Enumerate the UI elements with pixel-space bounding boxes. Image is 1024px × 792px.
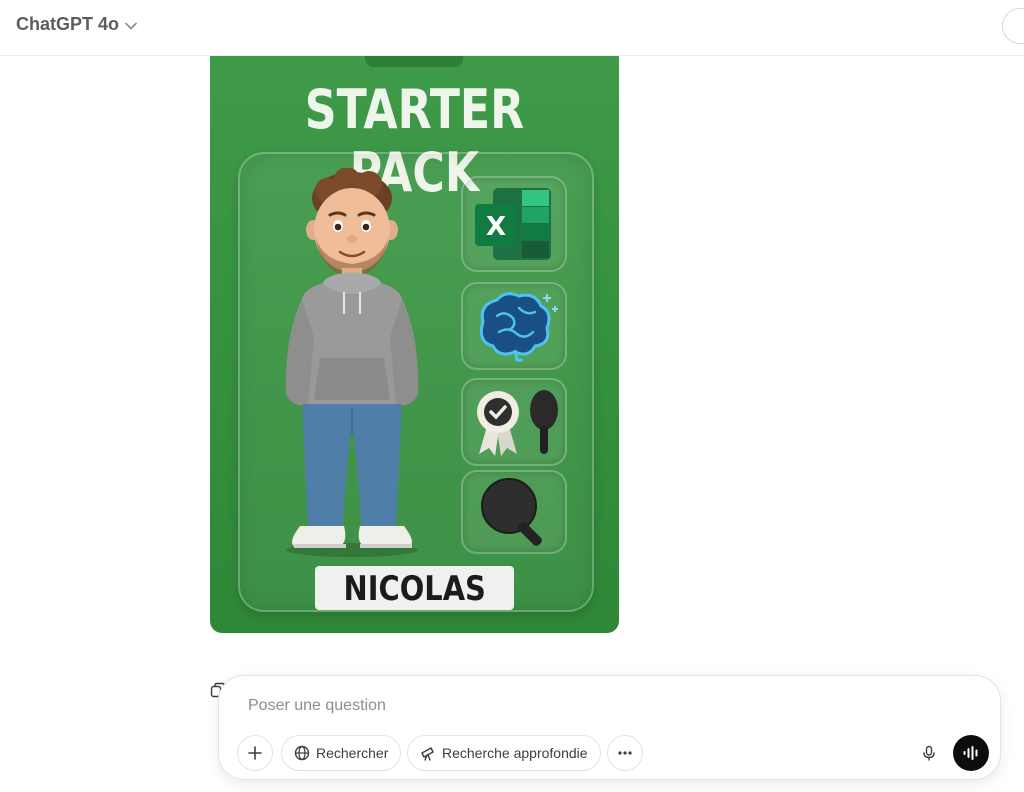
figure-illustration (285, 168, 419, 557)
message-composer: Rechercher Recherche approfondie (218, 675, 1001, 780)
microphone-icon (923, 745, 935, 761)
telescope-icon (421, 747, 434, 761)
hang-tab (365, 56, 463, 67)
chevron-down-icon (125, 18, 137, 33)
top-bar: ChatGPT 4o (0, 0, 1024, 56)
excel-icon: X (475, 188, 551, 260)
dictate-button[interactable] (911, 735, 947, 771)
award-ribbon-icon (477, 391, 519, 456)
add-attachment-button[interactable] (237, 735, 273, 771)
generated-image[interactable]: STARTER PACK X NICOLAS (210, 56, 619, 633)
figure-name: NICOLAS (343, 569, 486, 609)
globe-icon (294, 745, 310, 761)
search-label: Rechercher (316, 745, 389, 761)
paddle-icon (530, 390, 558, 454)
brain-icon (479, 292, 558, 362)
accessory-slot-brain (461, 282, 567, 370)
deep-research-button[interactable]: Recherche approfondie (407, 735, 601, 771)
search-button[interactable]: Rechercher (281, 735, 402, 771)
accessory-slot-paddle (461, 470, 567, 554)
more-tools-button[interactable] (607, 735, 643, 771)
share-button[interactable] (1002, 8, 1024, 44)
accessory-slot-excel: X (461, 176, 567, 272)
svg-text:X: X (486, 212, 506, 242)
more-horizontal-icon (618, 751, 632, 755)
deep-research-label: Recherche approfondie (442, 745, 588, 761)
voice-mode-button[interactable] (953, 735, 989, 771)
name-plate: NICOLAS (315, 566, 514, 610)
accessory-slot-award (461, 378, 567, 466)
message-input[interactable] (246, 694, 950, 718)
model-name: ChatGPT 4o (16, 14, 120, 34)
plus-icon (248, 746, 262, 760)
model-switcher[interactable]: ChatGPT 4o (16, 14, 137, 35)
voice-waveform-icon (963, 746, 978, 760)
ping-pong-paddle-icon (481, 478, 542, 546)
